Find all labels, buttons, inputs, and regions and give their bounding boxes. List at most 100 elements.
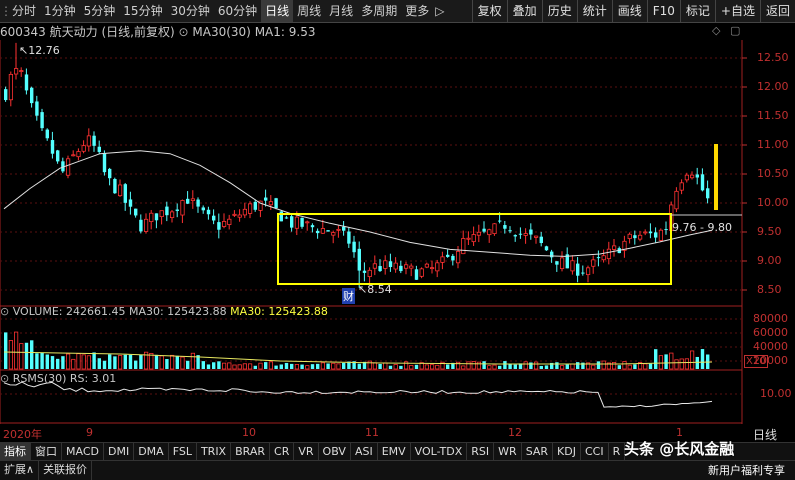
volume-bar bbox=[237, 364, 242, 370]
watermark: 头条 @长风金融 bbox=[624, 438, 734, 459]
candle-body bbox=[383, 260, 388, 269]
tool-button[interactable]: +自选 bbox=[714, 0, 760, 22]
candle-body bbox=[419, 268, 424, 277]
volume-bar bbox=[591, 364, 596, 370]
candle-body bbox=[503, 225, 507, 229]
tool-button[interactable]: 复权 bbox=[471, 0, 507, 22]
volume-bar bbox=[320, 362, 326, 370]
candle-body bbox=[679, 182, 684, 191]
candle-body bbox=[388, 261, 393, 268]
period-tab[interactable]: 30分钟 bbox=[167, 0, 214, 22]
candle-body bbox=[570, 260, 575, 272]
indicator-tab[interactable]: CR bbox=[270, 443, 295, 460]
bottom-tab[interactable]: 扩展∧ bbox=[0, 461, 40, 480]
indicator-tab[interactable]: FSL bbox=[169, 443, 197, 460]
indicator-tab[interactable]: OBV bbox=[319, 443, 351, 460]
toggle-circle-icon[interactable]: ⊙ bbox=[179, 25, 189, 39]
candle-body bbox=[591, 259, 596, 267]
candle-body bbox=[180, 200, 185, 216]
more-arrow-icon[interactable]: ▷ bbox=[433, 0, 446, 22]
volume-bar bbox=[258, 362, 263, 370]
candle-body bbox=[581, 272, 585, 274]
volume-bar bbox=[123, 354, 127, 369]
kline-chart[interactable] bbox=[0, 40, 795, 442]
toggle-circle-icon[interactable]: ⊙ bbox=[0, 372, 9, 385]
period-tab[interactable]: 15分钟 bbox=[119, 0, 166, 22]
indicator-tab[interactable]: DMI bbox=[104, 443, 135, 460]
indicator-tab[interactable]: BRAR bbox=[231, 443, 271, 460]
tool-button[interactable]: 标记 bbox=[679, 0, 715, 22]
indicator-tab[interactable]: ASI bbox=[351, 443, 378, 460]
indicator-tab[interactable]: CCI bbox=[581, 443, 609, 460]
candle-body bbox=[264, 197, 268, 201]
candle-body bbox=[555, 261, 559, 265]
candle-body bbox=[560, 257, 565, 270]
period-tab[interactable]: 日线 bbox=[261, 0, 294, 22]
toggle-circle-icon[interactable]: ⊙ bbox=[0, 305, 9, 318]
volume-bar bbox=[227, 362, 232, 370]
period-tab[interactable]: 周线 bbox=[293, 0, 325, 22]
volume-bar bbox=[372, 362, 378, 370]
volume-bar bbox=[633, 364, 637, 369]
expand-icon[interactable]: ▢ bbox=[730, 24, 740, 37]
tool-button[interactable]: 叠加 bbox=[506, 0, 542, 22]
tool-button[interactable]: F10 bbox=[646, 0, 680, 22]
indicator-tab[interactable]: 窗口 bbox=[31, 443, 62, 460]
indicator-tab[interactable]: WR bbox=[494, 443, 522, 460]
indicator-tab[interactable]: VOL-TDX bbox=[411, 443, 468, 460]
period-tag: 日线 bbox=[753, 428, 778, 442]
volume-bar bbox=[268, 361, 274, 370]
indicator-tab[interactable]: R bbox=[609, 443, 626, 460]
candle-body bbox=[113, 179, 117, 194]
volume-bar bbox=[154, 354, 159, 369]
candle-body bbox=[232, 213, 237, 216]
finance-badge[interactable]: 财 bbox=[342, 288, 355, 304]
candle-body bbox=[446, 254, 450, 257]
candle-body bbox=[518, 233, 523, 235]
period-tab[interactable]: 月线 bbox=[325, 0, 357, 22]
tool-button[interactable]: 返回 bbox=[759, 0, 795, 22]
indicator-tab[interactable]: DMA bbox=[134, 443, 169, 460]
candle-body bbox=[102, 153, 107, 173]
indicator-tab[interactable]: KDJ bbox=[553, 443, 581, 460]
tool-button[interactable]: 画线 bbox=[611, 0, 647, 22]
volume-bar bbox=[435, 364, 440, 370]
candle-body bbox=[399, 265, 403, 272]
volume-bar bbox=[294, 364, 300, 370]
volume-bar bbox=[596, 361, 601, 369]
volume-bar bbox=[617, 365, 621, 369]
bottom-tab[interactable]: 关联报价 bbox=[39, 461, 93, 480]
tool-button[interactable]: 统计 bbox=[576, 0, 612, 22]
period-tab[interactable]: 更多 bbox=[401, 0, 433, 22]
indicator-tab[interactable]: MACD bbox=[62, 443, 104, 460]
volume-bar bbox=[284, 362, 289, 369]
candle-body bbox=[336, 228, 341, 231]
volume-bar bbox=[654, 349, 658, 369]
indicator-tab[interactable]: TRIX bbox=[197, 443, 232, 460]
volume-bar bbox=[56, 358, 60, 369]
period-tab[interactable]: 60分钟 bbox=[214, 0, 261, 22]
stock-code: 600343 bbox=[0, 25, 46, 39]
high-annotation: ↖12.76 bbox=[19, 44, 60, 57]
candle-body bbox=[81, 145, 86, 152]
period-tab[interactable]: 5分钟 bbox=[80, 0, 120, 22]
candle-body bbox=[633, 235, 637, 239]
volume-bar bbox=[149, 352, 154, 370]
indicator-tab[interactable]: RSI bbox=[467, 443, 495, 460]
candle-body bbox=[378, 266, 382, 272]
indicator-tab[interactable]: 指标 bbox=[0, 443, 31, 460]
indicator-tab[interactable]: VR bbox=[294, 443, 319, 460]
period-tab[interactable]: 多周期 bbox=[357, 0, 401, 22]
indicator-tab[interactable]: SAR bbox=[522, 443, 554, 460]
candle-body bbox=[310, 225, 315, 228]
candle-body bbox=[221, 221, 227, 227]
candle-body bbox=[92, 135, 96, 146]
period-tab[interactable]: 分时 bbox=[8, 0, 40, 22]
tool-button[interactable]: 历史 bbox=[541, 0, 577, 22]
period-tab[interactable]: 1分钟 bbox=[40, 0, 80, 22]
volume-bar bbox=[534, 361, 539, 370]
candle-body bbox=[139, 219, 143, 232]
indicator-tab[interactable]: EMV bbox=[378, 443, 411, 460]
candle-body bbox=[305, 221, 310, 224]
diamond-icon[interactable]: ◇ bbox=[712, 24, 720, 37]
